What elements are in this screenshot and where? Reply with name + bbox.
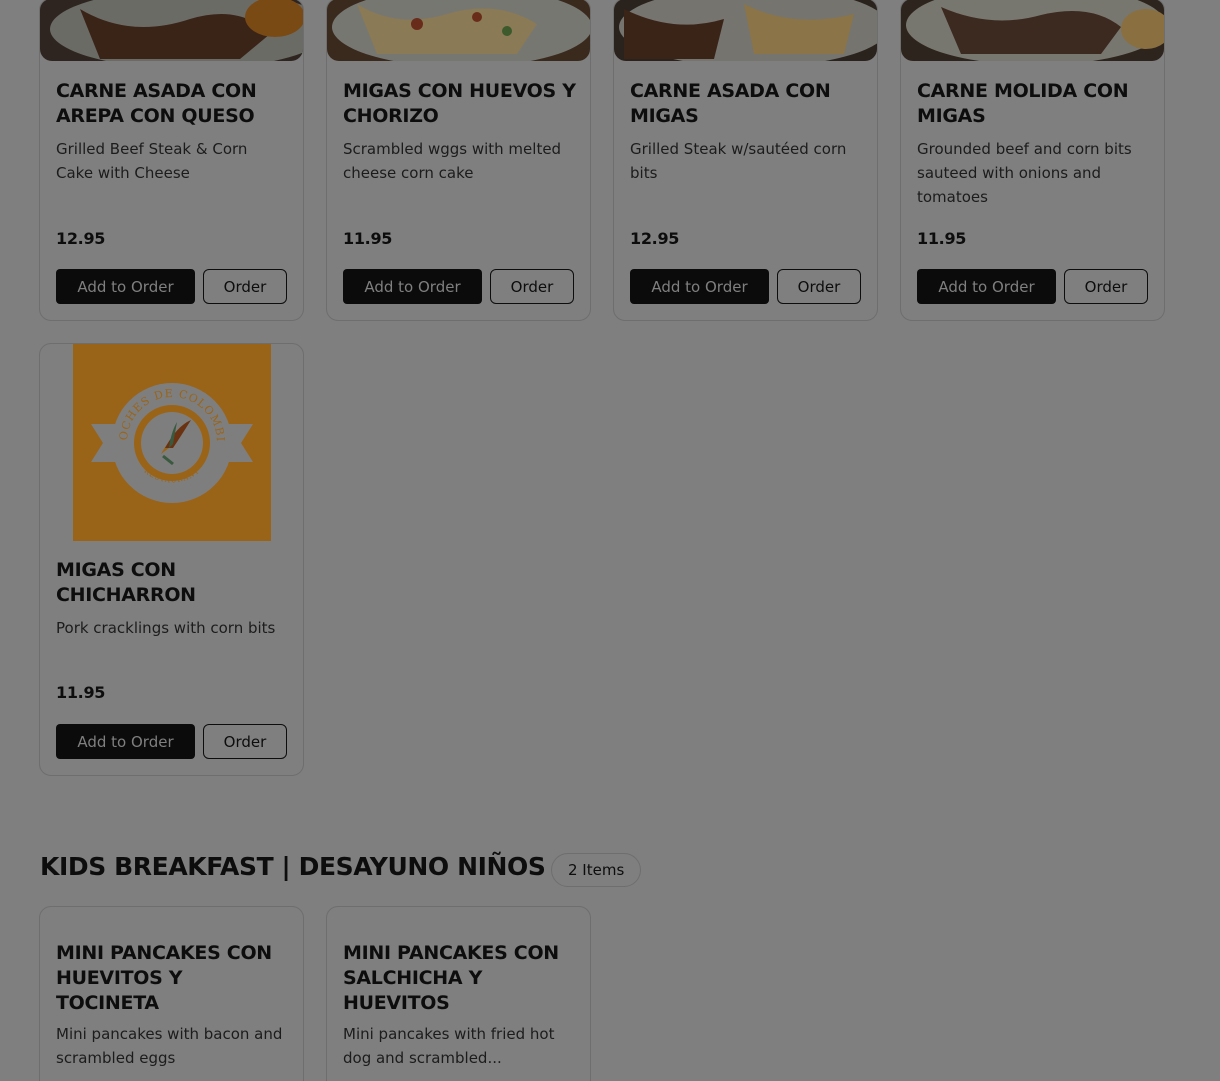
item-description: Mini pancakes with fried hot dog and scr…: [343, 1025, 555, 1067]
item-title: MIGAS CON CHICHARRON: [56, 559, 196, 606]
dish-photo: [327, 0, 590, 61]
menu-item-card[interactable]: CARNE ASADA CON AREPA CON QUESO Grilled …: [39, 0, 304, 321]
item-description: Grilled Steak w/sautéed corn bits: [630, 140, 847, 182]
dish-photo: [614, 0, 877, 61]
dish-photo: [40, 0, 303, 61]
item-price: 11.95: [56, 683, 106, 702]
section-title: KIDS BREAKFAST | DESAYUNO NIÑOS: [40, 852, 546, 881]
add-to-order-button[interactable]: Add to Order: [917, 269, 1056, 304]
item-count-badge: 2 Items: [551, 853, 642, 887]
item-title: MINI PANCAKES CON HUEVITOS Y TOCINETA: [56, 942, 272, 1014]
add-to-order-button[interactable]: Add to Order: [56, 724, 195, 759]
order-button[interactable]: Order: [490, 269, 574, 304]
order-button[interactable]: Order: [1064, 269, 1148, 304]
item-price: 11.95: [917, 229, 967, 248]
menu-item-card[interactable]: MIGAS CON HUEVOS Y CHORIZO Scrambled wgg…: [326, 0, 591, 321]
add-to-order-button[interactable]: Add to Order: [343, 269, 482, 304]
menu-item-card[interactable]: NOCHES DE COLOMBIA RESTAURANT MIGAS CON …: [39, 343, 304, 776]
item-title: MIGAS CON HUEVOS Y CHORIZO: [343, 80, 576, 127]
order-button[interactable]: Order: [203, 724, 287, 759]
item-title: CARNE ASADA CON MIGAS: [630, 80, 831, 127]
restaurant-logo: NOCHES DE COLOMBIA RESTAURANT: [68, 344, 271, 541]
order-button[interactable]: Order: [203, 269, 287, 304]
order-button[interactable]: Order: [777, 269, 861, 304]
add-to-order-button[interactable]: Add to Order: [56, 269, 195, 304]
menu-item-card[interactable]: MINI PANCAKES CON HUEVITOS Y TOCINETA Mi…: [39, 906, 304, 1081]
item-description: Mini pancakes with bacon and scrambled e…: [56, 1025, 283, 1067]
dish-photo: [901, 0, 1164, 61]
menu-item-card[interactable]: CARNE ASADA CON MIGAS Grilled Steak w/sa…: [613, 0, 878, 321]
item-title: CARNE ASADA CON AREPA CON QUESO: [56, 80, 257, 127]
item-price: 11.95: [343, 229, 393, 248]
item-price: 12.95: [630, 229, 680, 248]
item-title: MINI PANCAKES CON SALCHICHA Y HUEVITOS: [343, 942, 559, 1014]
menu-item-card[interactable]: MINI PANCAKES CON SALCHICHA Y HUEVITOS M…: [326, 906, 591, 1081]
item-price: 12.95: [56, 229, 106, 248]
item-description: Scrambled wggs with melted cheese corn c…: [343, 140, 562, 182]
menu-item-card[interactable]: CARNE MOLIDA CON MIGAS Grounded beef and…: [900, 0, 1165, 321]
menu-page: CARNE ASADA CON AREPA CON QUESO Grilled …: [0, 0, 1220, 1081]
item-description: Grilled Beef Steak & Corn Cake with Chee…: [56, 140, 248, 182]
item-description: Pork cracklings with corn bits: [56, 619, 276, 637]
add-to-order-button[interactable]: Add to Order: [630, 269, 769, 304]
item-title: CARNE MOLIDA CON MIGAS: [917, 80, 1129, 127]
item-description: Grounded beef and corn bits sauteed with…: [917, 140, 1132, 206]
